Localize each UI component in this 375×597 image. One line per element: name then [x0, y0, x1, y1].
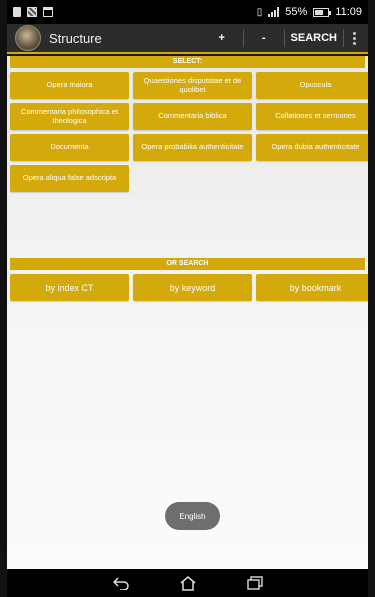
select-item[interactable]: Collationes et sermones [256, 103, 368, 130]
select-grid: Opera maiora Quaestiones disputatae et d… [7, 68, 368, 192]
action-bar: Structure + - SEARCH [7, 24, 368, 54]
vibrate-icon: ▯ [256, 6, 263, 18]
overflow-menu-icon[interactable] [344, 31, 364, 45]
select-item[interactable]: Quaestiones disputatae et de quolibet [133, 72, 252, 99]
zoom-out-button[interactable]: - [244, 24, 284, 52]
home-icon[interactable] [177, 574, 199, 592]
image-notification-icon [27, 7, 37, 17]
device-bezel-left [0, 0, 7, 597]
navigation-bar [7, 569, 368, 597]
clock: 11:09 [335, 6, 362, 18]
search-by-bookmark-button[interactable]: by bookmark [256, 274, 368, 301]
select-item[interactable]: Opera maiora [10, 72, 129, 99]
window-notification-icon [43, 7, 53, 17]
select-item[interactable]: Opera aliqua false adscripta [10, 165, 129, 192]
search-by-index-button[interactable]: by index CT [10, 274, 129, 301]
search-grid: by index CT by keyword by bookmark [7, 270, 368, 301]
select-item[interactable]: Commentaria philosophica et theologica [10, 103, 129, 130]
signal-icon [268, 7, 280, 17]
select-item[interactable]: Documenta [10, 134, 129, 161]
screen: ▯ 55% 11:09 Structure + - SEARCH SELECT:… [7, 0, 368, 597]
select-item[interactable]: Opera probabilia authenticitate [133, 134, 252, 161]
document-notification-icon [13, 7, 21, 17]
language-toast: English [165, 502, 220, 530]
back-icon[interactable] [110, 574, 132, 592]
select-item[interactable]: Commentaria biblica [133, 103, 252, 130]
status-bar: ▯ 55% 11:09 [7, 0, 368, 24]
select-header: SELECT: [10, 56, 365, 68]
search-by-keyword-button[interactable]: by keyword [133, 274, 252, 301]
select-item[interactable]: Opuscula [256, 72, 368, 99]
select-item[interactable]: Opera dubia authenticitate [256, 134, 368, 161]
content-area: SELECT: Opera maiora Quaestiones disputa… [7, 56, 368, 569]
app-logo-icon[interactable] [15, 25, 41, 51]
battery-percent: 55% [285, 6, 308, 18]
device-bezel-right [368, 0, 375, 597]
page-title: Structure [49, 30, 102, 46]
search-header: OR SEARCH [10, 258, 365, 270]
zoom-in-button[interactable]: + [200, 24, 242, 52]
search-button[interactable]: SEARCH [285, 24, 343, 52]
battery-icon [313, 7, 332, 17]
recent-apps-icon[interactable] [244, 574, 266, 592]
